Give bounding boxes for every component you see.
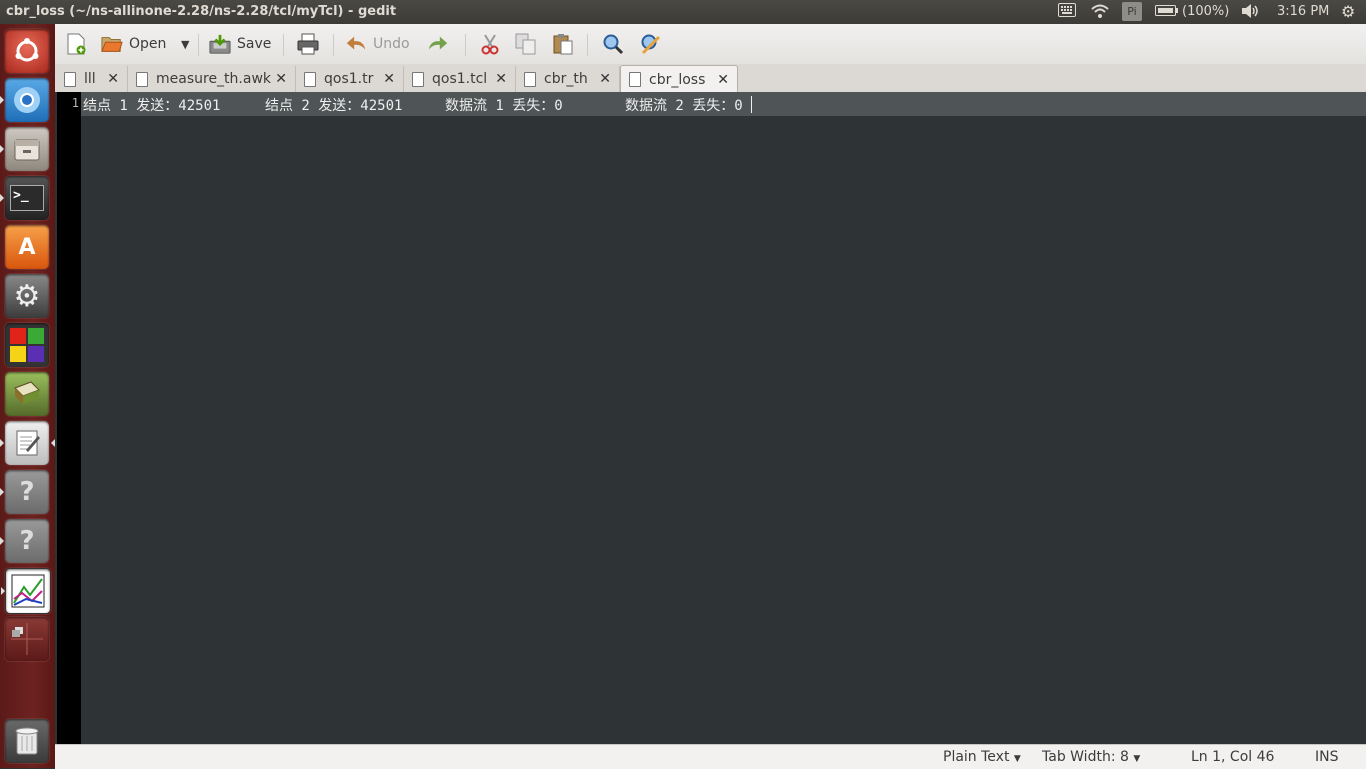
tab-label: qos1.tr — [324, 71, 374, 87]
tab-label: measure_th.awk — [156, 71, 272, 87]
open-button[interactable]: Open — [101, 30, 166, 58]
tab-bar: lll ✕ measure_th.awk ✕ qos1.tr ✕ qos1.tc… — [55, 64, 1366, 93]
line-segment: 结点 2 发送：42501 — [265, 98, 403, 114]
toolbar-separator — [198, 34, 199, 56]
system-settings-icon[interactable]: ⚙ — [5, 274, 49, 318]
text-editor-area[interactable]: 1 结点 1 发送：42501 结点 2 发送：42501 数据流 1 丢失：0… — [55, 92, 1366, 744]
find-replace-button[interactable] — [640, 30, 668, 58]
find-replace-icon — [640, 33, 662, 55]
save-label: Save — [237, 36, 272, 52]
undo-label: Undo — [373, 36, 410, 52]
keyboard-icon[interactable] — [1058, 3, 1076, 21]
document-icon — [64, 71, 76, 87]
tab-lll[interactable]: lll ✕ — [56, 66, 128, 92]
new-document-button[interactable] — [65, 30, 93, 58]
battery-icon[interactable] — [1155, 3, 1179, 21]
chevron-down-icon: ▼ — [1013, 754, 1021, 764]
volume-icon[interactable] — [1240, 3, 1260, 21]
line-number: 1 — [71, 96, 79, 110]
launcher: >_ A ⚙ ? ? — [0, 24, 56, 768]
terminal-icon[interactable]: >_ — [0, 176, 49, 220]
battery-percent[interactable]: (100%) — [1182, 3, 1229, 21]
undo-button[interactable]: Undo — [345, 30, 410, 58]
tab-qos1-tcl[interactable]: qos1.tcl ✕ — [404, 66, 516, 92]
tab-measure-th-awk[interactable]: measure_th.awk ✕ — [128, 66, 296, 92]
dash-home-icon[interactable] — [5, 29, 49, 73]
tab-label: cbr_th — [544, 71, 588, 87]
paste-button[interactable] — [552, 30, 580, 58]
document-icon — [304, 71, 316, 87]
redo-button[interactable] — [427, 30, 455, 58]
print-button[interactable] — [297, 30, 325, 58]
document-icon — [136, 71, 148, 87]
folder-open-icon — [101, 33, 123, 55]
tab-cbr-loss[interactable]: cbr_loss ✕ — [620, 65, 738, 93]
toolbar-separator — [283, 34, 284, 56]
tab-qos1-tr[interactable]: qos1.tr ✕ — [296, 66, 404, 92]
insert-mode: INS — [1315, 749, 1339, 765]
gear-icon[interactable]: ⚙ — [1341, 3, 1355, 21]
recent-files-dropdown[interactable]: ▼ — [181, 30, 189, 58]
unknown-app-icon[interactable]: ? — [0, 470, 49, 514]
cut-button[interactable] — [479, 30, 507, 58]
close-icon[interactable]: ✕ — [107, 71, 119, 87]
print-icon — [297, 33, 319, 55]
scissors-icon — [479, 33, 501, 55]
indicator-badge[interactable]: Pi — [1122, 2, 1142, 21]
document-icon — [629, 72, 641, 87]
toolbar: Open ▼ Save Undo — [55, 24, 1366, 65]
cursor-position: Ln 1, Col 46 — [1191, 749, 1275, 765]
close-icon[interactable]: ✕ — [275, 71, 287, 87]
unknown-app-icon-2[interactable]: ? — [0, 519, 49, 563]
tab-cbr-th[interactable]: cbr_th ✕ — [516, 66, 620, 92]
line-segment: 结点 1 发送：42501 — [83, 98, 221, 114]
copy-button[interactable] — [515, 30, 543, 58]
clock[interactable]: 3:16 PM — [1277, 3, 1329, 21]
document-icon — [524, 71, 536, 87]
wifi-icon[interactable] — [1090, 3, 1110, 21]
toolbar-separator — [587, 34, 588, 56]
line-segment: 数据流 1 丢失：0 — [445, 98, 563, 114]
language-selector[interactable]: Plain Text ▼ — [943, 749, 1021, 765]
chevron-down-icon: ▼ — [1133, 754, 1141, 764]
window-title: cbr_loss (~/ns-allinone-2.28/ns-2.28/tcl… — [6, 4, 397, 19]
find-button[interactable] — [602, 30, 630, 58]
tab-label: cbr_loss — [649, 71, 706, 88]
toolbar-separator — [333, 34, 334, 56]
dictionary-book-icon[interactable] — [5, 372, 49, 416]
top-panel: cbr_loss (~/ns-allinone-2.28/ns-2.28/tcl… — [0, 0, 1366, 24]
text-editor-icon[interactable] — [0, 421, 55, 465]
save-button[interactable]: Save — [209, 30, 271, 58]
graph-plot-icon[interactable] — [1, 568, 51, 614]
software-center-icon[interactable]: A — [5, 225, 49, 269]
document-line[interactable]: 结点 1 发送：42501 结点 2 发送：42501 数据流 1 丢失：0 数… — [83, 95, 743, 115]
workspace-switcher-icon[interactable] — [5, 323, 49, 367]
files-icon[interactable] — [0, 127, 49, 171]
line-number-gutter: 1 — [57, 92, 81, 744]
search-icon — [602, 33, 624, 55]
open-label: Open — [129, 36, 167, 52]
redo-icon — [427, 33, 449, 55]
chromium-browser-icon[interactable] — [0, 78, 49, 122]
save-icon — [209, 33, 231, 55]
tab-label: qos1.tcl — [432, 71, 488, 87]
undo-icon — [345, 33, 367, 55]
text-cursor — [751, 96, 752, 113]
copy-icon — [515, 33, 537, 55]
close-icon[interactable]: ✕ — [495, 71, 507, 87]
line-segment: 数据流 2 丢失：0 — [625, 98, 743, 114]
document-icon — [412, 71, 424, 87]
status-bar: Plain Text ▼ Tab Width: 8 ▼ Ln 1, Col 46… — [55, 744, 1366, 769]
paste-icon — [552, 33, 574, 55]
trash-icon[interactable] — [5, 719, 49, 763]
toolbar-separator — [465, 34, 466, 56]
tab-width-selector[interactable]: Tab Width: 8 ▼ — [1042, 749, 1140, 765]
new-document-icon — [65, 33, 87, 55]
tab-label: lll — [84, 71, 96, 87]
close-icon[interactable]: ✕ — [599, 71, 611, 87]
close-icon[interactable]: ✕ — [717, 72, 729, 88]
chevron-down-icon: ▼ — [181, 37, 190, 51]
close-icon[interactable]: ✕ — [383, 71, 395, 87]
workspaces-icon[interactable] — [5, 617, 49, 661]
